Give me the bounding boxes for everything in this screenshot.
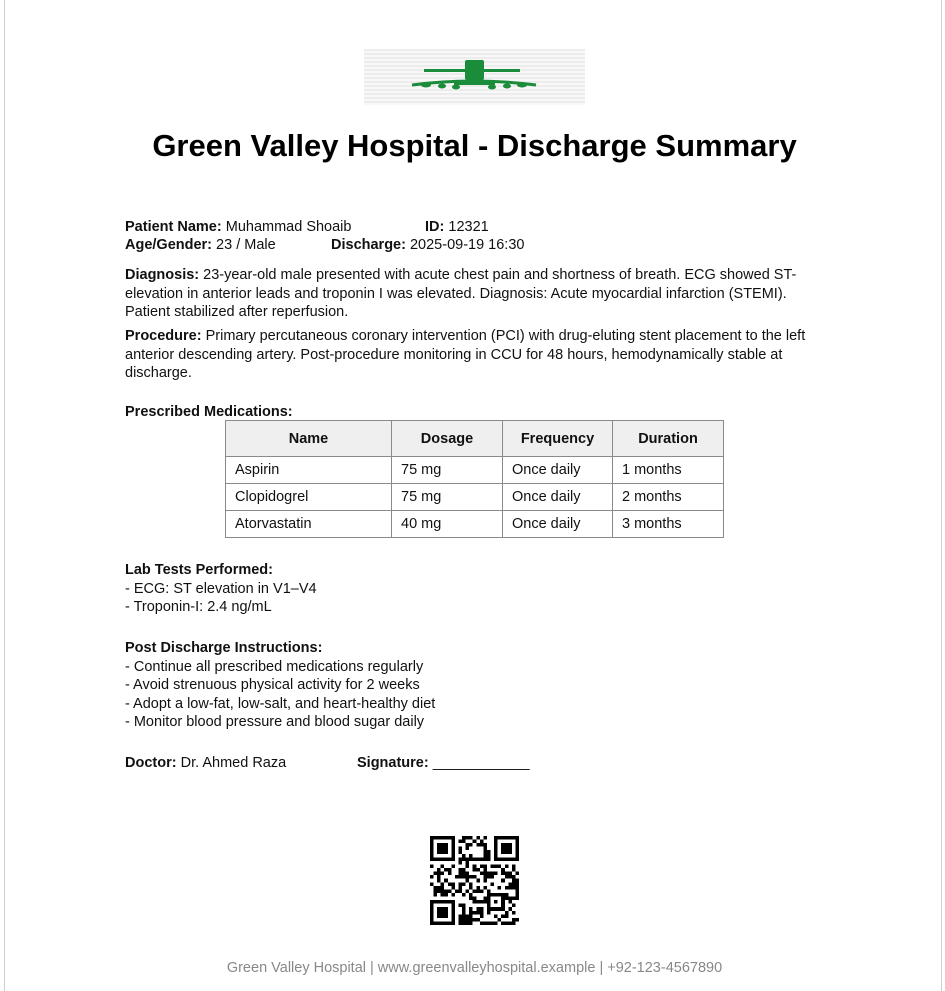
diagnosis-text: 23-year-old male presented with acute ch… bbox=[125, 267, 797, 320]
discharge-datetime: 2025-09-19 16:30 bbox=[409, 237, 525, 253]
age-gender-label: Age/Gender: bbox=[125, 237, 213, 253]
instructions-heading: Post Discharge Instructions: bbox=[125, 640, 323, 656]
patient-id-label: ID: bbox=[425, 219, 445, 235]
table-row: Atorvastatin 40 mg Once daily 3 months bbox=[225, 510, 724, 538]
medications-table: Name Dosage Frequency Duration Aspirin 7… bbox=[225, 420, 724, 538]
medication-frequency: Once daily bbox=[502, 510, 613, 538]
list-item: - Troponin-I: 2.4 ng/mL bbox=[125, 599, 272, 616]
medication-dosage: 75 mg bbox=[391, 483, 503, 511]
medication-name: Clopidogrel bbox=[225, 483, 392, 511]
page-title: Green Valley Hospital - Discharge Summar… bbox=[152, 128, 797, 163]
doctor-row: Doctor: Dr. Ahmed Raza bbox=[125, 754, 286, 773]
patient-name: Muhammad Shoaib bbox=[225, 219, 352, 235]
signature-line: ____________ bbox=[432, 755, 530, 771]
list-item: - Adopt a low-fat, low-salt, and heart-h… bbox=[125, 695, 436, 712]
medication-name: Atorvastatin bbox=[225, 510, 392, 538]
patient-id-row: ID: 12321 bbox=[425, 218, 489, 237]
procedure-text: Primary percutaneous coronary interventi… bbox=[125, 328, 806, 381]
column-header: Name bbox=[225, 420, 392, 457]
medication-frequency: Once daily bbox=[502, 483, 613, 511]
labs-heading: Lab Tests Performed: bbox=[125, 562, 273, 578]
medication-duration: 3 months bbox=[612, 510, 724, 538]
table-row: Clopidogrel 75 mg Once daily 2 months bbox=[225, 483, 724, 511]
list-item: - ECG: ST elevation in V1–V4 bbox=[125, 581, 317, 597]
patient-id: 12321 bbox=[448, 219, 489, 235]
hospital-logo-icon bbox=[364, 49, 585, 105]
footer: Green Valley Hospital | www.greenvalleyh… bbox=[226, 960, 723, 976]
medications-heading: Prescribed Medications: bbox=[125, 404, 293, 420]
table-header-row: Name Dosage Frequency Duration bbox=[225, 420, 724, 457]
age-gender-row: Age/Gender: 23 / Male bbox=[125, 236, 276, 255]
medication-name: Aspirin bbox=[225, 456, 392, 484]
procedure-label: Procedure: bbox=[125, 328, 202, 344]
column-header: Dosage bbox=[391, 420, 503, 457]
patient-name-row: Patient Name: Muhammad Shoaib bbox=[125, 218, 351, 237]
doctor-name: Dr. Ahmed Raza bbox=[180, 755, 287, 771]
list-item: - Continue all prescribed medications re… bbox=[125, 659, 424, 675]
medication-dosage: 40 mg bbox=[391, 510, 503, 538]
diagnosis-section: Diagnosis: 23-year-old male presented wi… bbox=[125, 266, 825, 322]
medication-frequency: Once daily bbox=[502, 456, 613, 484]
signature-row: Signature: ____________ bbox=[357, 754, 530, 773]
qr-code-icon bbox=[430, 836, 519, 925]
diagnosis-label: Diagnosis: bbox=[125, 267, 200, 283]
medication-duration: 2 months bbox=[612, 483, 724, 511]
doctor-label: Doctor: bbox=[125, 755, 177, 771]
age-gender: 23 / Male bbox=[216, 237, 276, 253]
list-item: - Monitor blood pressure and blood sugar… bbox=[125, 714, 425, 731]
patient-name-label: Patient Name: bbox=[125, 219, 222, 235]
table-row: Aspirin 75 mg Once daily 1 months bbox=[225, 456, 724, 484]
medication-duration: 1 months bbox=[612, 456, 724, 484]
column-header: Frequency bbox=[502, 420, 613, 457]
list-item: - Avoid strenuous physical activity for … bbox=[125, 677, 420, 694]
discharge-label: Discharge: bbox=[331, 237, 406, 253]
column-header: Duration bbox=[612, 420, 724, 457]
procedure-section: Procedure: Primary percutaneous coronary… bbox=[125, 327, 825, 383]
discharge-row: Discharge: 2025-09-19 16:30 bbox=[331, 236, 524, 255]
signature-label: Signature: bbox=[357, 755, 429, 771]
labs-list: - ECG: ST elevation in V1–V4 - Troponin-… bbox=[125, 580, 317, 617]
instructions-list: - Continue all prescribed medications re… bbox=[125, 658, 435, 732]
medication-dosage: 75 mg bbox=[391, 456, 503, 484]
